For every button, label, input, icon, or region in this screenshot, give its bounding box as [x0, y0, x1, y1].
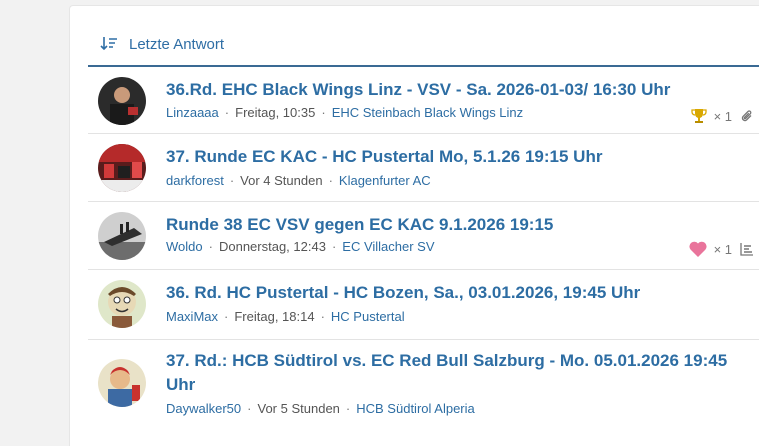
reaction-summary[interactable]: × 1 [688, 240, 754, 258]
author-link[interactable]: MaxiMax [166, 309, 218, 324]
thread-title-link[interactable]: 36.Rd. EHC Black Wings Linz - VSV - Sa. … [166, 78, 748, 102]
thread-meta: Woldo · Donnerstag, 12:43 · EC Villacher SV [166, 239, 435, 254]
avatar[interactable] [98, 144, 146, 192]
thread-row: Runde 38 EC VSV gegen EC KAC 9.1.2026 19… [88, 201, 759, 269]
reaction-summary[interactable]: × 1 [690, 107, 754, 125]
thread-row: 37. Runde EC KAC - HC Pustertal Mo, 5.1.… [88, 133, 759, 201]
author-link[interactable]: Woldo [166, 239, 203, 254]
reaction-count: × 1 [713, 108, 732, 124]
thread-title-link[interactable]: 36. Rd. HC Pustertal - HC Bozen, Sa., 03… [166, 281, 748, 305]
thread-row: 36. Rd. HC Pustertal - HC Bozen, Sa., 03… [88, 269, 759, 339]
forum-link[interactable]: EC Villacher SV [342, 239, 434, 254]
avatar[interactable] [98, 280, 146, 328]
author-link[interactable]: Linzaaaa [166, 105, 219, 120]
thread-time: Vor 4 Stunden [240, 173, 323, 188]
trophy-icon [690, 109, 707, 123]
thread-title-link[interactable]: 37. Runde EC KAC - HC Pustertal Mo, 5.1.… [166, 145, 748, 169]
author-link[interactable]: Daywalker50 [166, 401, 241, 416]
thread-meta: Linzaaaa · Freitag, 10:35 · EHC Steinbach Bl… [166, 105, 524, 120]
reaction-count: × 1 [713, 241, 732, 257]
forum-link[interactable]: Klagenfurter AC [339, 173, 431, 188]
avatar[interactable] [98, 359, 146, 407]
avatar[interactable] [98, 212, 146, 260]
heart-icon [689, 241, 707, 257]
thread-meta: MaxiMax · Freitag, 18:14 · HC Pustertal [166, 309, 405, 324]
thread-time: Donnerstag, 12:43 [218, 239, 326, 254]
thread-meta: darkforest · Vor 4 Stunden · Klagenfurter AC [166, 173, 431, 188]
thread-time: Vor 5 Stunden [257, 401, 340, 416]
forum-link[interactable]: HCB Südtirol Alperia [356, 401, 475, 416]
thread-list: 36.Rd. EHC Black Wings Linz - VSV - Sa. … [88, 65, 759, 430]
poll-icon [740, 243, 753, 256]
forum-link[interactable]: EHC Steinbach Black Wings Linz [332, 105, 523, 120]
forum-link[interactable]: HC Pustertal [331, 309, 405, 324]
thread-row: 37. Rd.: HCB Südtirol vs. EC Red Bull Sa… [88, 339, 759, 430]
thread-meta: Daywalker50 · Vor 5 Stunden · HCB Südtirol A… [166, 401, 475, 416]
thread-title-link[interactable]: Runde 38 EC VSV gegen EC KAC 9.1.2026 19… [166, 213, 748, 237]
sort-descending-icon [100, 37, 117, 51]
sort-by-last-reply[interactable]: Letzte Antwort [100, 34, 224, 54]
thread-time: Freitag, 10:35 [235, 105, 316, 120]
thread-row: 36.Rd. EHC Black Wings Linz - VSV - Sa. … [88, 65, 759, 133]
sort-label: Letzte Antwort [129, 35, 225, 53]
thread-time: Freitag, 18:14 [234, 309, 315, 324]
avatar[interactable] [98, 77, 146, 125]
thread-title-link[interactable]: 37. Rd.: HCB Südtirol vs. EC Red Bull Sa… [166, 349, 748, 397]
paperclip-icon [741, 110, 752, 122]
author-link[interactable]: darkforest [166, 173, 224, 188]
